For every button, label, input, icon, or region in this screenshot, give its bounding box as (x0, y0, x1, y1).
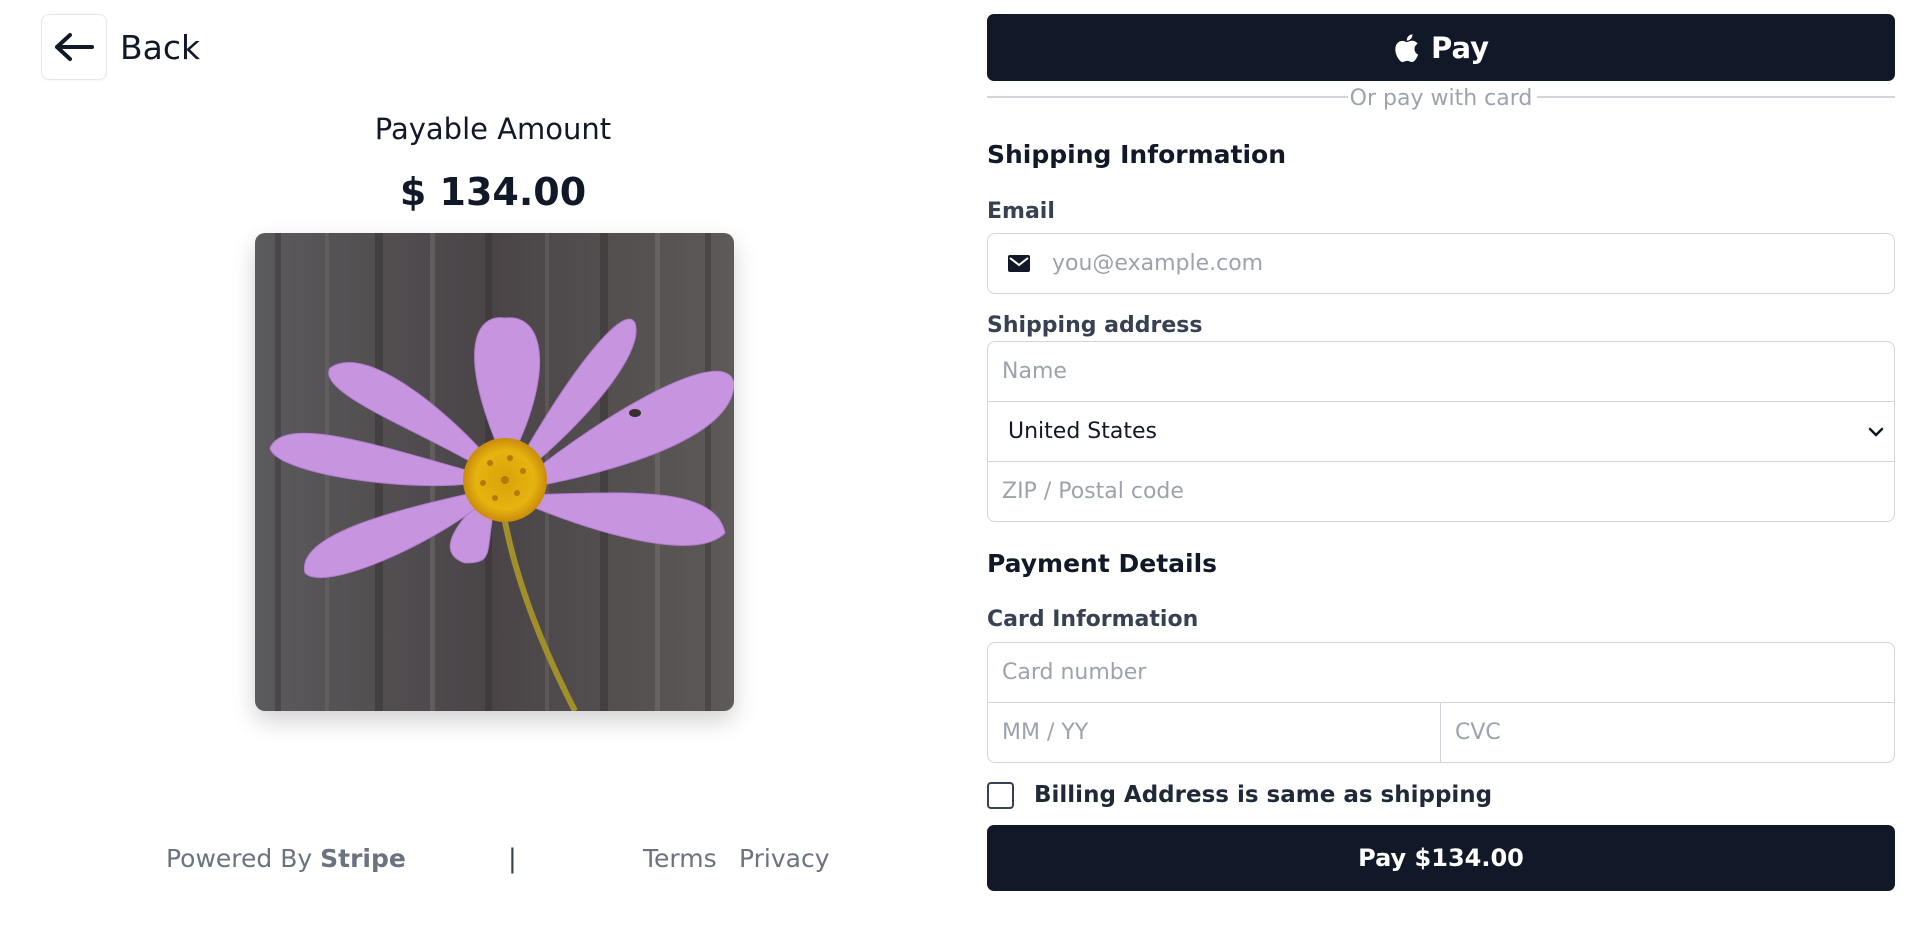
payable-amount-label: Payable Amount (374, 112, 612, 146)
card-number-placeholder: Card number (1002, 660, 1147, 685)
zip-input[interactable]: ZIP / Postal code (987, 461, 1895, 522)
expiry-placeholder: MM / YY (1002, 720, 1089, 745)
billing-same-label[interactable]: Billing Address is same as shipping (1034, 782, 1492, 808)
card-number-input[interactable]: Card number (987, 642, 1895, 703)
payable-amount-value: $ 134.00 (399, 170, 587, 214)
stripe-brand: Stripe (320, 844, 406, 873)
country-value: United States (1008, 419, 1157, 444)
back-label[interactable]: Back (120, 28, 200, 67)
card-divider: Or pay with card (987, 86, 1895, 112)
shipping-address-label: Shipping address (987, 313, 1203, 338)
pay-button[interactable]: Pay $134.00 (987, 825, 1895, 891)
envelope-icon (1008, 255, 1030, 272)
name-placeholder: Name (1002, 359, 1067, 384)
cvc-input[interactable]: CVC (1440, 702, 1895, 763)
country-select[interactable]: United States (987, 401, 1895, 462)
arrow-left-icon (55, 33, 94, 61)
product-image (255, 233, 734, 711)
footer-separator: | (508, 844, 517, 874)
chevron-down-icon (1868, 427, 1884, 437)
apple-pay-label: Pay (1430, 30, 1490, 65)
powered-by-text: Powered By Stripe (166, 844, 406, 873)
cvc-placeholder: CVC (1455, 720, 1501, 745)
payment-title: Payment Details (987, 549, 1218, 578)
zip-placeholder: ZIP / Postal code (1002, 479, 1184, 504)
email-label: Email (987, 199, 1055, 224)
privacy-link[interactable]: Privacy (739, 844, 830, 873)
name-input[interactable]: Name (987, 341, 1895, 402)
apple-pay-button[interactable]: Pay (987, 14, 1895, 81)
divider-text: Or pay with card (1349, 86, 1533, 111)
card-info-label: Card Information (987, 607, 1199, 632)
billing-same-checkbox[interactable] (987, 781, 1014, 809)
billing-same-row: Billing Address is same as shipping (987, 780, 1492, 810)
email-placeholder: you@example.com (1052, 251, 1264, 276)
apple-logo-icon (1395, 33, 1419, 62)
shipping-title: Shipping Information (987, 140, 1287, 169)
email-field[interactable]: you@example.com (987, 233, 1895, 294)
powered-by-label: Powered By (166, 844, 313, 873)
back-button[interactable] (41, 14, 107, 80)
expiry-input[interactable]: MM / YY (987, 702, 1441, 763)
terms-link[interactable]: Terms (643, 844, 717, 873)
